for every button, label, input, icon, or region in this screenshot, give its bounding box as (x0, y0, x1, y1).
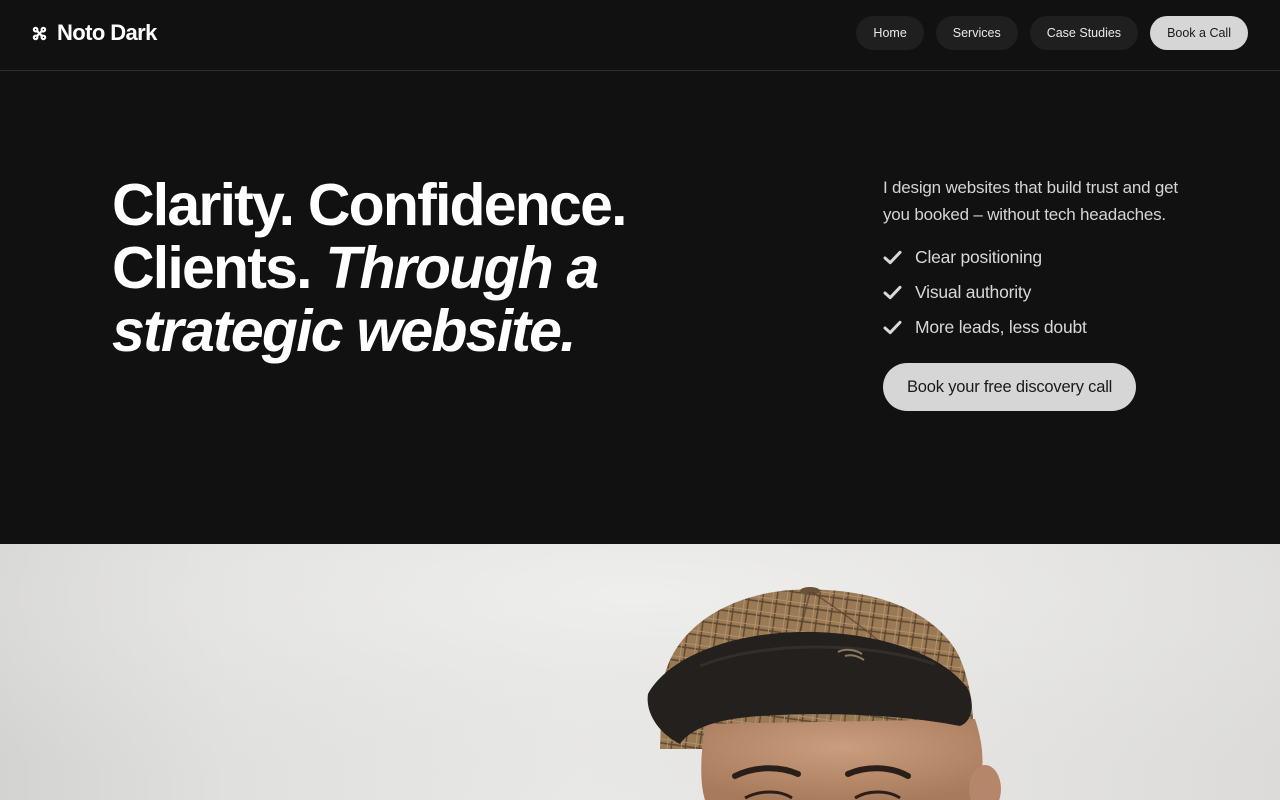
nav-item-home[interactable]: Home (856, 16, 924, 50)
checkmark-icon (883, 320, 902, 335)
headline-line2-plain: Clients. (112, 235, 313, 301)
hero-intro-text: I design websites that build trust and g… (883, 178, 1178, 224)
main-nav: Home Services Case Studies Book a Call (856, 16, 1248, 50)
checklist-label: Clear positioning (915, 247, 1042, 267)
headline-line3-italic: strategic website. (112, 298, 577, 364)
nav-item-case-studies[interactable]: Case Studies (1029, 16, 1139, 50)
checkmark-icon (883, 285, 902, 300)
portrait-section (0, 544, 1280, 800)
headline-line2-italic: Through a (325, 235, 599, 301)
book-discovery-call-button[interactable]: Book your free discovery call (883, 363, 1137, 411)
headline-line1: Clarity. Confidence. (112, 172, 627, 238)
hero-side-panel: I design websites that build trust and g… (883, 174, 1193, 411)
portrait-photo (0, 544, 1280, 800)
site-header: Noto Dark Home Services Case Studies Boo… (0, 0, 1280, 71)
brand-name: Noto Dark (57, 20, 157, 45)
nav-item-services[interactable]: Services (935, 16, 1018, 50)
hero-headline: Clarity. Confidence. Clients. Through a st… (112, 174, 732, 363)
checkmark-icon (883, 250, 902, 265)
command-icon (32, 26, 47, 40)
checklist-label: More leads, less doubt (915, 317, 1087, 337)
checklist-item: More leads, less doubt (883, 310, 1193, 345)
checklist-item: Clear positioning (883, 240, 1193, 275)
checklist-item: Visual authority (883, 275, 1193, 310)
checklist-label: Visual authority (915, 282, 1032, 302)
benefits-checklist: Clear positioning Visual authority More … (883, 240, 1193, 345)
hero-section: Clarity. Confidence. Clients. Through a st… (0, 71, 1280, 544)
book-a-call-button[interactable]: Book a Call (1150, 16, 1248, 50)
brand-logo[interactable]: Noto Dark (31, 19, 157, 47)
